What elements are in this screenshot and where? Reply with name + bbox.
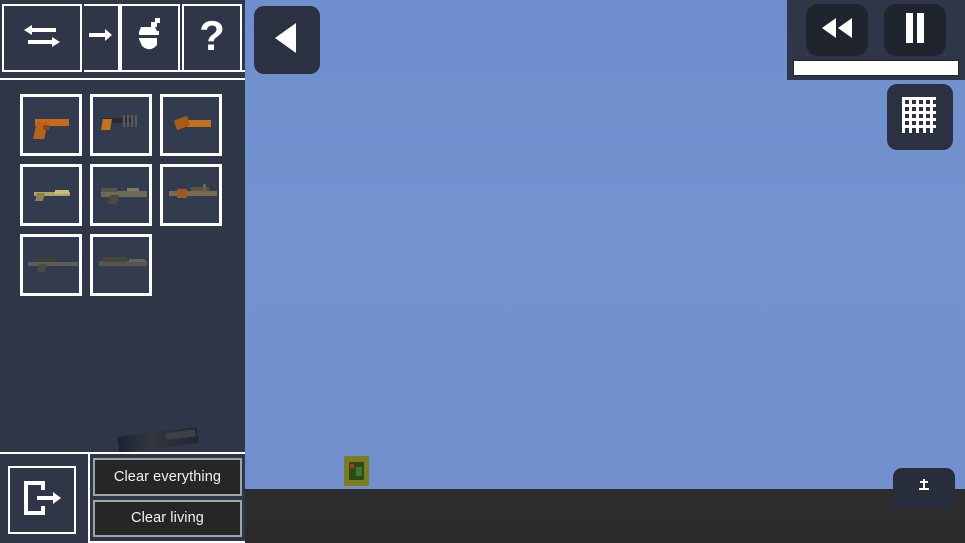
entity-marker-red bbox=[350, 464, 354, 468]
carbine-grip bbox=[35, 193, 45, 201]
help-button[interactable]: ? bbox=[182, 4, 242, 72]
pistol-trigger bbox=[43, 125, 49, 130]
rewind-icon bbox=[817, 15, 857, 46]
lmg-barrel bbox=[129, 259, 145, 262]
svg-text:?: ? bbox=[199, 13, 225, 59]
background-weapon-preview bbox=[117, 427, 199, 452]
ar-stock bbox=[101, 188, 117, 192]
clear-living-button[interactable]: Clear living bbox=[93, 499, 242, 537]
spawn-button[interactable] bbox=[893, 468, 955, 508]
sniper-grip bbox=[37, 264, 47, 272]
weapon-slot-smg[interactable] bbox=[90, 94, 152, 156]
weapon-slot-battle-rifle[interactable] bbox=[160, 164, 222, 226]
weapon-slot-pistol[interactable] bbox=[20, 94, 82, 156]
sawedoff-barrel bbox=[187, 120, 211, 127]
triangle-left-icon bbox=[270, 19, 304, 62]
ar-rail bbox=[127, 188, 139, 191]
grenade-icon bbox=[130, 15, 170, 62]
exit-door-icon bbox=[19, 477, 65, 524]
pause-icon bbox=[902, 11, 928, 50]
weapon-slot-lmg[interactable] bbox=[90, 234, 152, 296]
carbine-rail bbox=[55, 190, 69, 194]
exit-button[interactable] bbox=[8, 466, 76, 534]
next-button[interactable] bbox=[84, 4, 120, 72]
left-sidebar: ? bbox=[0, 0, 245, 452]
br-receiver bbox=[177, 189, 187, 198]
arrow-right-icon bbox=[87, 25, 115, 52]
toolbar-divider bbox=[0, 78, 245, 80]
playback-controls bbox=[787, 0, 965, 80]
ar-grip bbox=[107, 195, 120, 204]
grid-icon bbox=[899, 94, 941, 141]
smg-grip bbox=[101, 119, 112, 130]
br-rail bbox=[191, 187, 209, 191]
clear-button-group: Clear everything Clear living bbox=[88, 452, 245, 543]
weapon-grid bbox=[20, 94, 245, 304]
swap-arrows-icon bbox=[20, 19, 64, 58]
entity-marker-green bbox=[356, 467, 362, 476]
grenade-button[interactable] bbox=[120, 4, 180, 72]
collapse-panel-button[interactable] bbox=[254, 6, 320, 74]
weapon-slot-sniper[interactable] bbox=[20, 234, 82, 296]
bottom-left-panel: Clear everything Clear living bbox=[0, 452, 245, 543]
weapon-slot-carbine[interactable] bbox=[20, 164, 82, 226]
swap-button[interactable] bbox=[2, 4, 82, 72]
br-sight bbox=[203, 184, 206, 192]
anchor-icon bbox=[918, 478, 930, 497]
timeline-fill bbox=[794, 61, 958, 75]
green-entity[interactable] bbox=[341, 456, 372, 486]
pause-button[interactable] bbox=[884, 4, 946, 56]
toolbar-divider-inner bbox=[84, 70, 245, 72]
timeline-scrubber[interactable] bbox=[793, 60, 959, 76]
grid-toggle-button[interactable] bbox=[887, 84, 953, 150]
question-mark-icon: ? bbox=[195, 12, 229, 64]
sniper-scope bbox=[35, 257, 57, 262]
clear-everything-button[interactable]: Clear everything bbox=[93, 458, 242, 496]
sawedoff-stock bbox=[173, 115, 191, 131]
lmg-top bbox=[103, 257, 127, 262]
smg-stock bbox=[123, 115, 137, 127]
sniper-body bbox=[28, 262, 78, 266]
weapon-slot-assault-rifle[interactable] bbox=[90, 164, 152, 226]
rewind-button[interactable] bbox=[806, 4, 868, 56]
weapon-slot-sawed-off[interactable] bbox=[160, 94, 222, 156]
sidebar-toolbar: ? bbox=[0, 0, 245, 80]
